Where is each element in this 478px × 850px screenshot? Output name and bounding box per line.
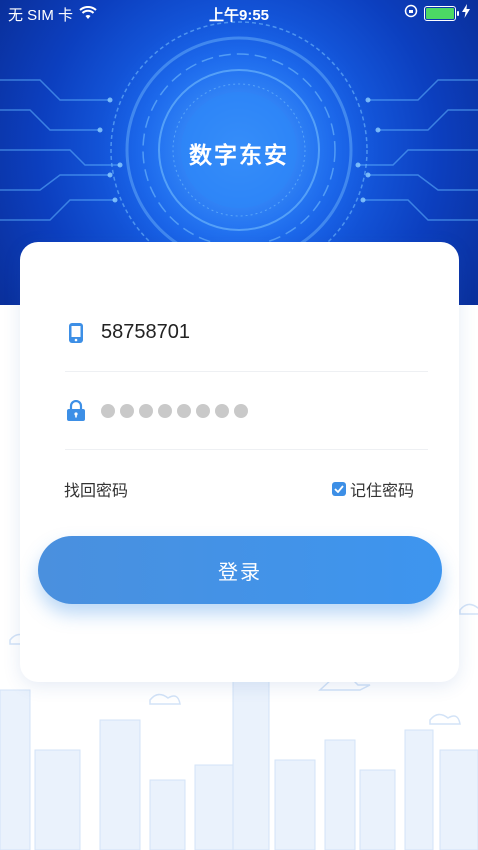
- login-options: 找回密码 记住密码: [64, 478, 414, 500]
- remember-password-toggle[interactable]: 记住密码: [331, 477, 414, 501]
- password-mask-dot: [234, 403, 248, 418]
- password-mask-dot: [120, 403, 134, 418]
- password-mask-dot: [215, 403, 229, 418]
- password-mask-dot: [196, 403, 210, 418]
- login-button[interactable]: 登录: [38, 536, 442, 604]
- password-mask-dot: [101, 403, 115, 418]
- phone-input[interactable]: [101, 321, 401, 344]
- status-right: [404, 4, 470, 22]
- lock-icon: [65, 399, 87, 422]
- remember-password-label: 记住密码: [349, 483, 414, 500]
- password-field[interactable]: [65, 372, 428, 450]
- password-mask-dot: [139, 403, 153, 418]
- battery-icon: [424, 5, 459, 21]
- app-title: 数字东安: [189, 142, 289, 168]
- charging-icon: [462, 4, 470, 22]
- checkbox-checked-icon[interactable]: [331, 482, 346, 496]
- password-input[interactable]: [101, 403, 248, 418]
- phone-icon: [65, 322, 87, 344]
- status-bar: 无 SIM 卡 上午9:55: [0, 0, 478, 26]
- phone-field[interactable]: [65, 294, 428, 372]
- password-mask-dot: [177, 403, 191, 418]
- forgot-password-link[interactable]: 找回密码: [64, 477, 128, 501]
- password-mask-dot: [158, 403, 172, 418]
- rotation-lock-icon: [404, 4, 418, 22]
- login-card: 找回密码 记住密码: [20, 242, 459, 682]
